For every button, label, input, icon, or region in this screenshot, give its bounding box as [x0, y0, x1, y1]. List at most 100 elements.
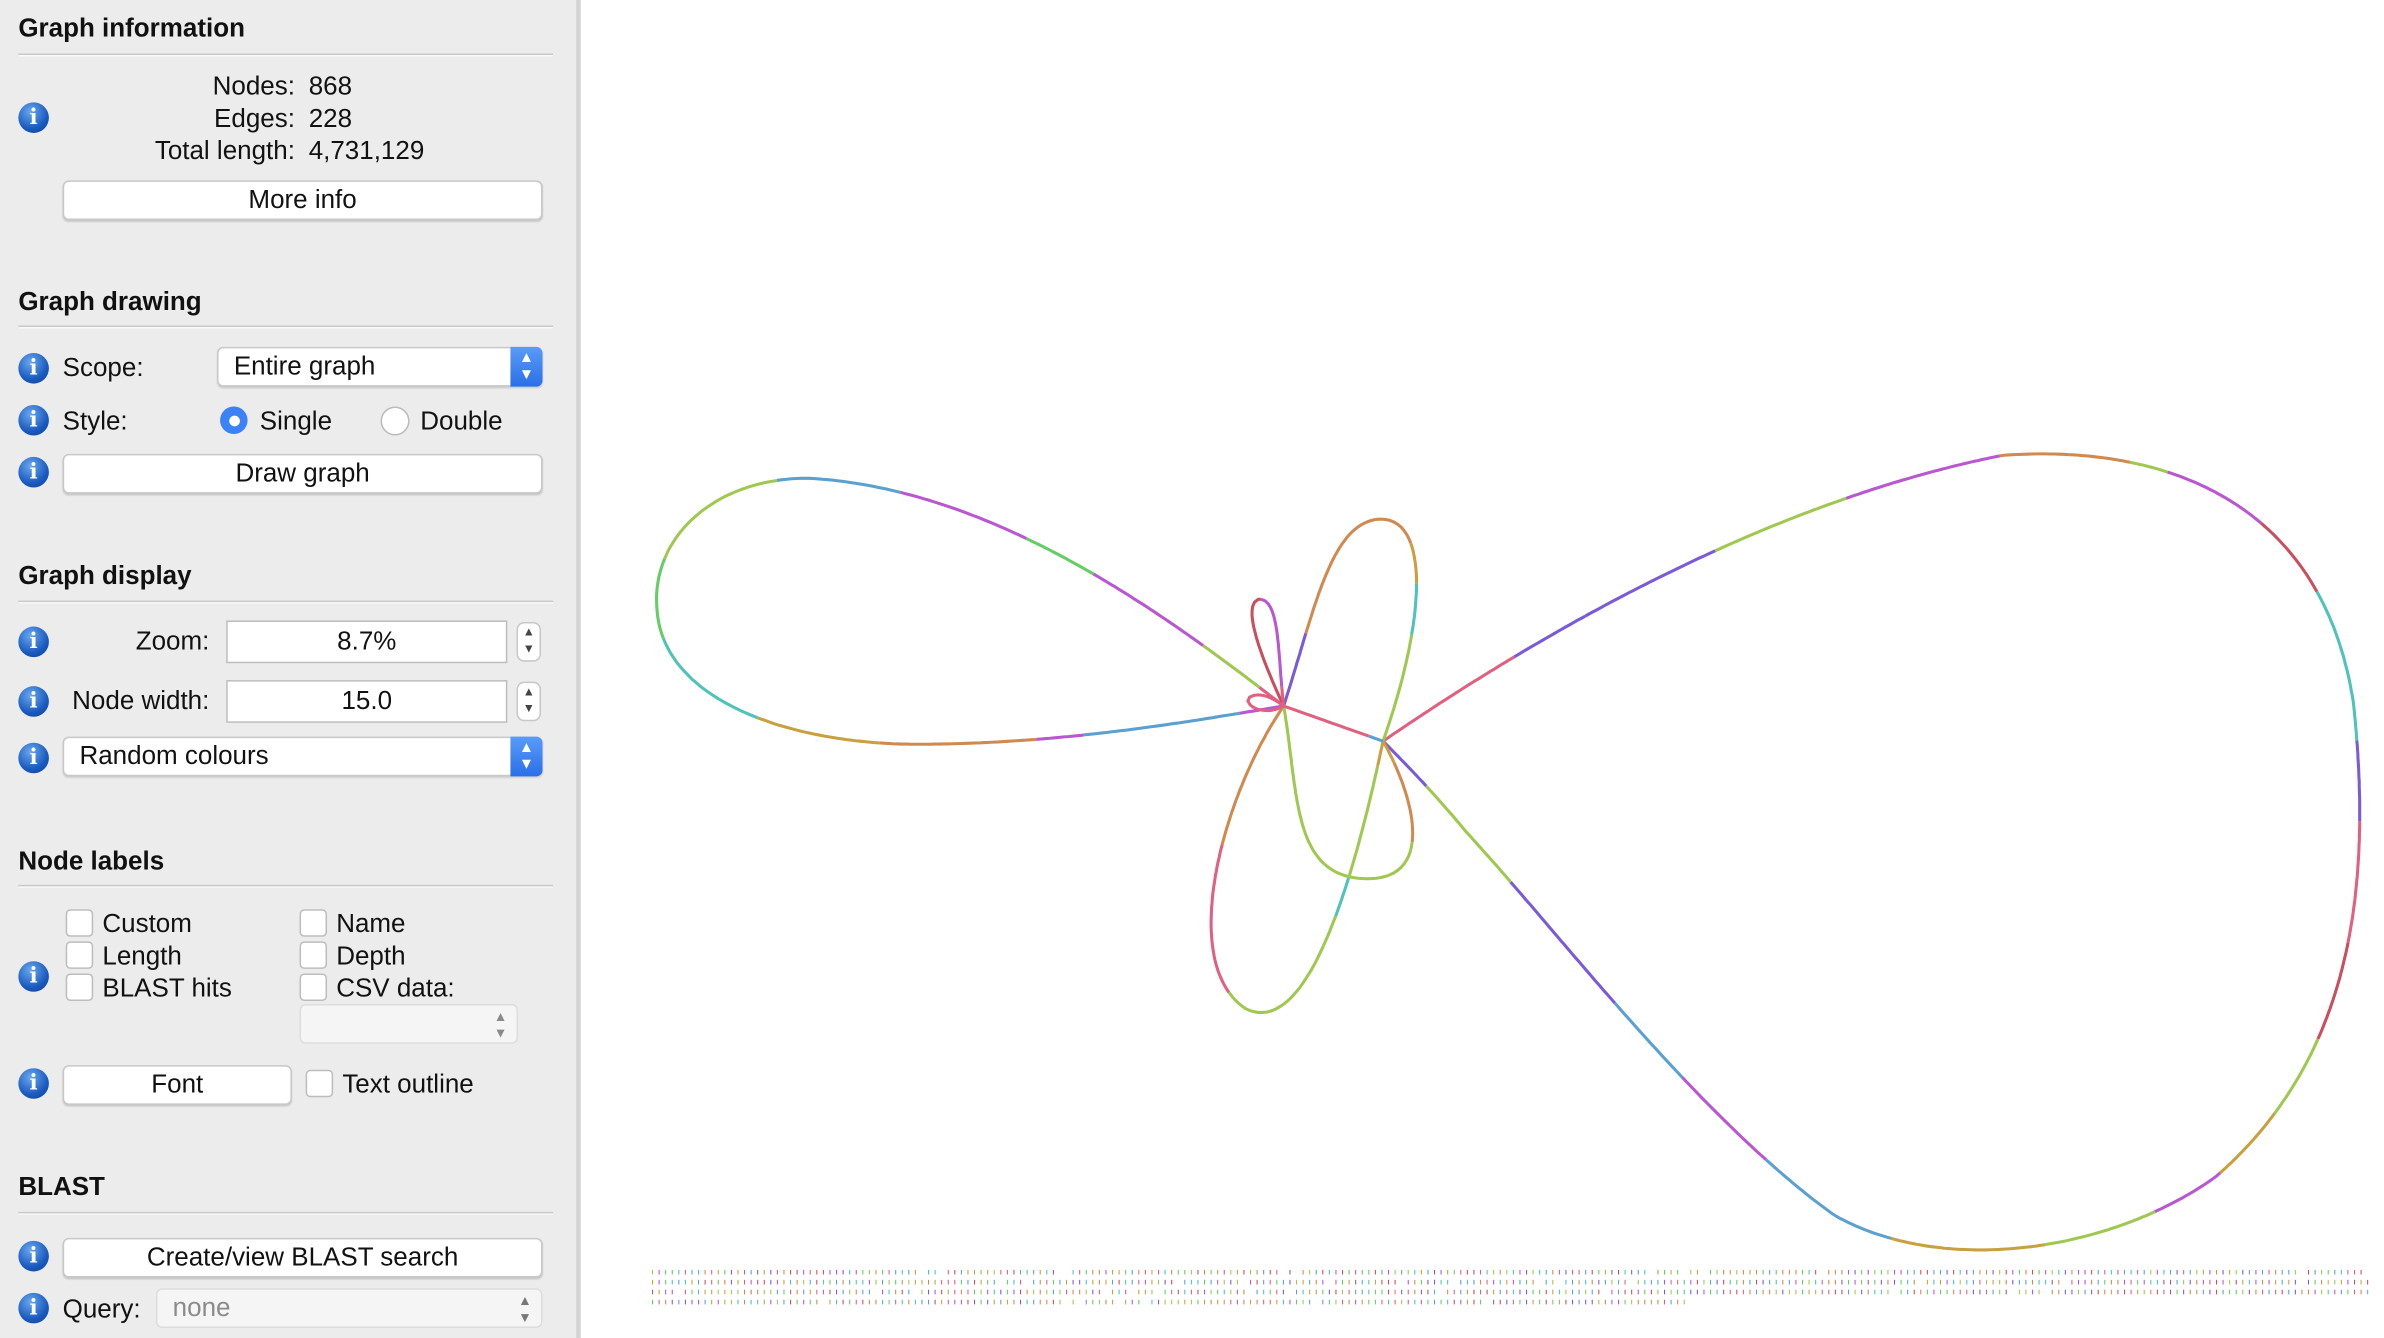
- graph-node-segment[interactable]: [2316, 942, 2350, 1040]
- graph-node-segment[interactable]: [1509, 881, 1617, 1005]
- info-icon[interactable]: i: [18, 686, 49, 717]
- graph-node-segment[interactable]: [1375, 517, 1413, 544]
- blast-hits-checkbox[interactable]: [65, 973, 94, 1001]
- control-panel: Graph information i Nodes: 868 Edges: 22…: [0, 0, 581, 1338]
- graph-node-segment[interactable]: [2154, 1171, 2222, 1214]
- graph-node-segment[interactable]: [1302, 828, 1414, 881]
- graph-node-segment[interactable]: [1220, 705, 1285, 845]
- graph-node-segment[interactable]: [2219, 1112, 2276, 1175]
- csv-data-checkbox[interactable]: [299, 973, 328, 1001]
- text-outline-checkbox[interactable]: [305, 1069, 334, 1098]
- csv-data-select[interactable]: ▲ ▼: [299, 1004, 519, 1044]
- graph-node-segment[interactable]: [1260, 597, 1284, 687]
- info-icon[interactable]: i: [18, 404, 49, 436]
- info-icon[interactable]: i: [18, 353, 49, 384]
- graph-node-segment[interactable]: [2129, 460, 2168, 474]
- graph-node-segment[interactable]: [1714, 528, 1764, 553]
- graph-node-segment[interactable]: [661, 637, 759, 720]
- graph-node-segment[interactable]: [757, 716, 880, 745]
- colour-scheme-select[interactable]: Random colours ▲ ▼: [62, 736, 543, 777]
- info-icon[interactable]: i: [18, 626, 49, 658]
- graph-node-segment[interactable]: [879, 737, 1037, 746]
- graph-node-segment[interactable]: [2044, 1210, 2156, 1247]
- info-icon[interactable]: i: [18, 742, 49, 774]
- draw-graph-button[interactable]: Draw graph: [62, 453, 543, 494]
- graph-node-segment[interactable]: [1762, 496, 1847, 532]
- graph-node-segment[interactable]: [900, 490, 1028, 540]
- graph-node-segment[interactable]: [1410, 583, 1419, 636]
- more-info-button[interactable]: More info: [62, 180, 543, 221]
- graph-node-segment[interactable]: [1381, 740, 1428, 787]
- graph-node-segment[interactable]: [1999, 452, 2131, 464]
- info-icon[interactable]: i: [18, 456, 49, 488]
- zoom-stepper[interactable]: ▲ ▼: [516, 621, 541, 662]
- style-label: Style:: [62, 406, 128, 436]
- graph-node-segment[interactable]: [1890, 1236, 2046, 1252]
- graph-node-segment[interactable]: [1613, 1002, 1684, 1079]
- graph-node-segment[interactable]: [1092, 572, 1204, 647]
- graph-node-segment[interactable]: [2273, 1038, 2320, 1115]
- graph-node-segment[interactable]: [1681, 1076, 1768, 1161]
- graph-node-segment[interactable]: [2355, 740, 2362, 822]
- graph-node-segment[interactable]: [1382, 655, 1516, 743]
- graph-node-segment[interactable]: [663, 478, 778, 560]
- query-value: none: [172, 1292, 231, 1322]
- graph-node-segment[interactable]: [1392, 762, 1415, 843]
- node-width-stepper[interactable]: ▲ ▼: [516, 681, 541, 722]
- graph-node-segment[interactable]: [2315, 590, 2359, 741]
- graph-node-segment[interactable]: [1513, 614, 1586, 659]
- info-icon[interactable]: i: [18, 961, 49, 992]
- graph-node-segment[interactable]: [2166, 470, 2263, 525]
- info-icon[interactable]: i: [18, 102, 49, 133]
- nodes-value: 868: [308, 71, 353, 101]
- info-icon[interactable]: i: [18, 1068, 49, 1099]
- graph-node-segment[interactable]: [1845, 454, 2001, 500]
- create-view-blast-search-button[interactable]: Create/view BLAST search: [62, 1237, 543, 1278]
- style-double-radio[interactable]: [380, 406, 410, 436]
- graph-node-segment[interactable]: [1227, 945, 1325, 1014]
- custom-checkbox[interactable]: [65, 909, 94, 937]
- graph-node-segment[interactable]: [2346, 821, 2362, 943]
- graph-node-segment[interactable]: [1376, 740, 1385, 767]
- graph-node-segment[interactable]: [654, 557, 667, 639]
- graph-node-segment[interactable]: [1314, 715, 1369, 738]
- style-double-label: Double: [420, 406, 503, 436]
- query-select[interactable]: none ▲ ▼: [155, 1288, 543, 1329]
- zoom-input[interactable]: 8.7%: [226, 620, 508, 664]
- graph-node-segment[interactable]: [1283, 704, 1316, 719]
- graph-node-segment[interactable]: [1367, 734, 1384, 743]
- node-width-input[interactable]: 15.0: [226, 680, 508, 723]
- graph-node-segment[interactable]: [2260, 522, 2319, 593]
- graph-node-segment[interactable]: [1083, 711, 1240, 737]
- graph-node-segment[interactable]: [1765, 1158, 1892, 1240]
- graph-canvas[interactable]: [581, 0, 2384, 1338]
- depth-checkbox[interactable]: [299, 941, 328, 969]
- graph-node-segment[interactable]: [1409, 542, 1419, 584]
- section-title-blast: BLAST: [18, 1172, 105, 1202]
- graph-node-segment[interactable]: [1209, 844, 1231, 994]
- graph-node-segment[interactable]: [1347, 765, 1380, 878]
- graph-node-segment[interactable]: [1282, 632, 1308, 707]
- graph-node-segment[interactable]: [1584, 549, 1716, 618]
- info-icon[interactable]: i: [18, 1240, 49, 1272]
- length-checkbox[interactable]: [65, 941, 94, 969]
- graph-node-segment[interactable]: [1025, 537, 1095, 576]
- font-button[interactable]: Font: [62, 1065, 292, 1105]
- total-length-value: 4,731,129: [308, 136, 425, 166]
- scope-value: Entire graph: [233, 351, 376, 381]
- length-label: Length: [102, 941, 182, 971]
- graph-node-segment[interactable]: [1322, 915, 1338, 947]
- scope-select[interactable]: Entire graph ▲ ▼: [217, 346, 543, 387]
- style-single-radio[interactable]: [220, 406, 248, 435]
- graph-node-segment[interactable]: [1304, 517, 1377, 634]
- info-icon[interactable]: i: [18, 1292, 49, 1324]
- text-outline-label: Text outline: [342, 1069, 474, 1099]
- graph-node-segment[interactable]: [1202, 644, 1261, 689]
- graph-node-segment[interactable]: [1334, 876, 1351, 917]
- name-checkbox[interactable]: [299, 909, 328, 937]
- graph-node-segment[interactable]: [1282, 705, 1306, 830]
- graph-node-segment[interactable]: [1424, 784, 1512, 884]
- graph-node-segment[interactable]: [1036, 733, 1084, 741]
- graph-node-segment[interactable]: [776, 476, 901, 494]
- edges-value: 228: [308, 103, 353, 133]
